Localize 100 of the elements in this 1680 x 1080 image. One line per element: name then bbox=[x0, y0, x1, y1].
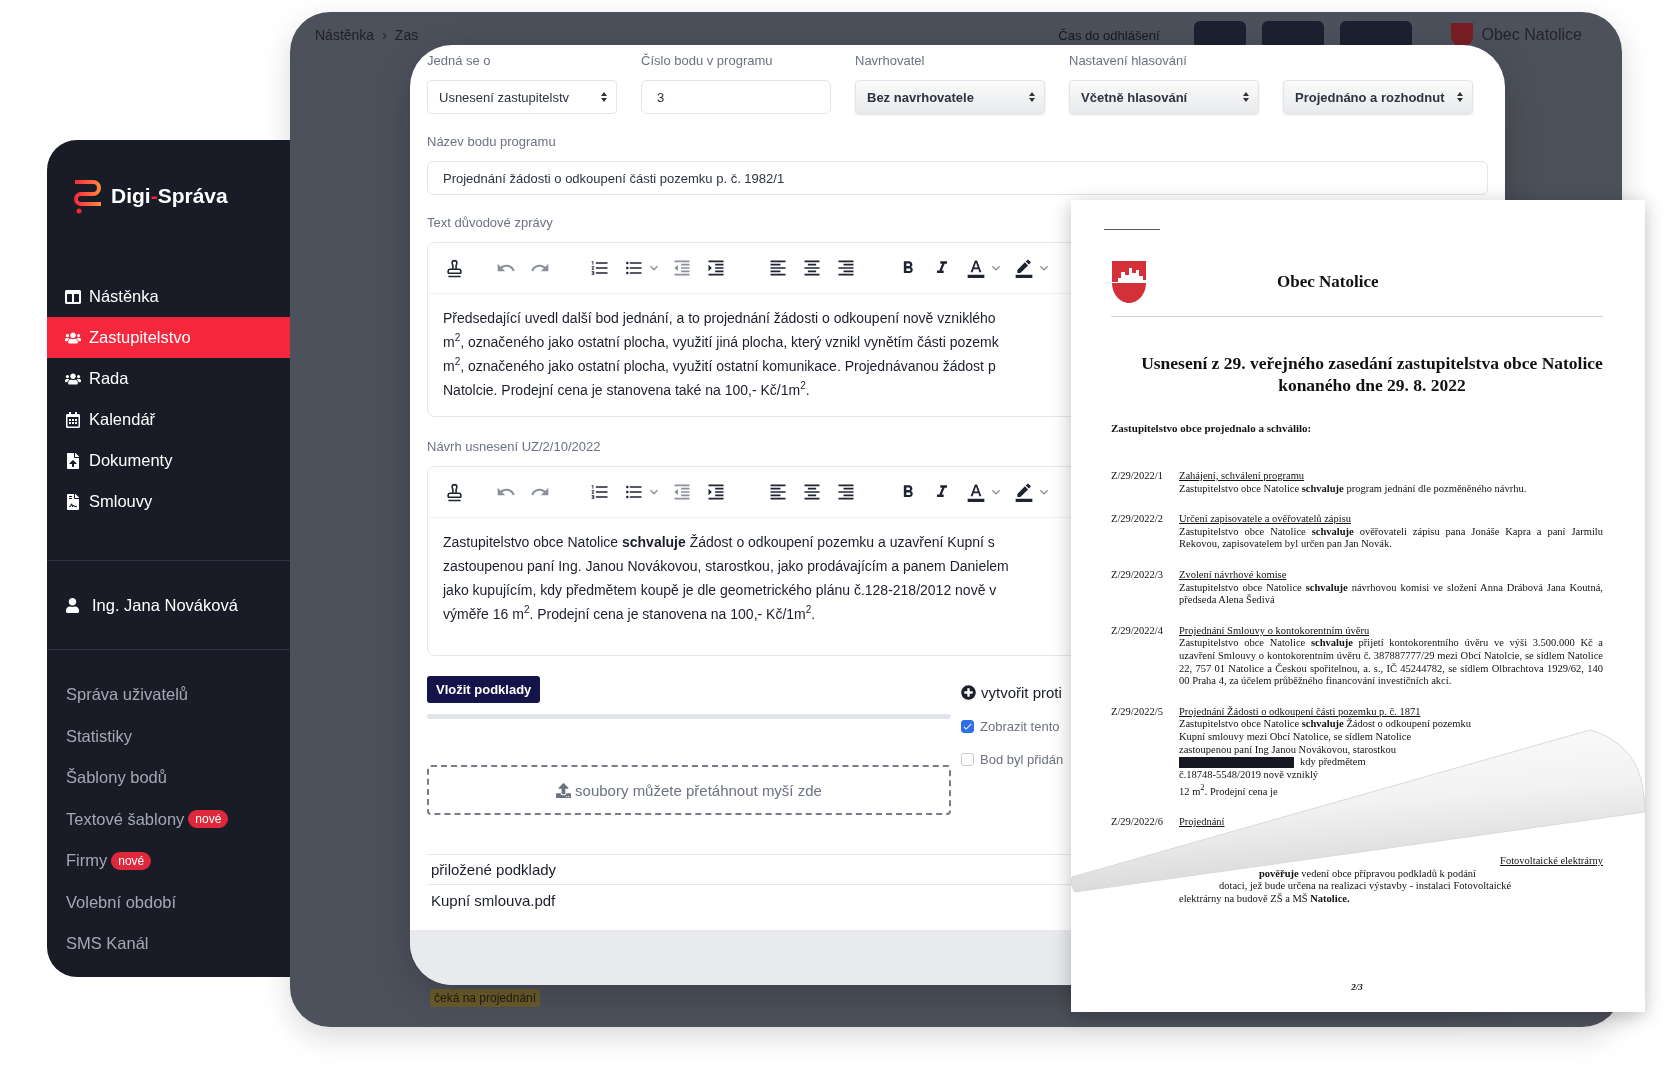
attachment-row[interactable]: Kupní smlouva.pdf bbox=[427, 885, 560, 916]
admin-menu-item[interactable]: Textové šablony nové bbox=[47, 798, 290, 840]
highlighter-icon[interactable] bbox=[1014, 482, 1034, 502]
new-badge: nové bbox=[188, 810, 229, 829]
admin-menu-item[interactable]: Volební období bbox=[47, 881, 290, 923]
menu-label: Šablony bodů bbox=[66, 768, 167, 788]
nav-item[interactable]: Smlouvy bbox=[47, 481, 290, 522]
indent-icon[interactable] bbox=[706, 482, 726, 502]
stamp-icon[interactable] bbox=[445, 258, 464, 278]
document-title: Usnesení z 29. veřejného zasedání zastupitelstva obce Natolice konaného dne 29. 8. 2022 bbox=[1141, 352, 1603, 396]
logo-text: Správa bbox=[157, 184, 228, 208]
editor-text-line: m$^{2}$, označeného jako ostatní plocha, využití ostatní komunikace. Projednávanou žádost p bbox=[443, 355, 996, 376]
resolution-text-line: Kupní smlouvy mezi Obcí Natolice, se sídlem Natolice bbox=[1179, 730, 1412, 744]
align-center-icon[interactable] bbox=[802, 482, 822, 502]
file-drop-zone[interactable]: soubory můžete přetáhnout myší zde bbox=[427, 765, 951, 815]
editor-text-line: jako kupujícím, kdy předmětem koupě je dle geometrického plánu č.128-218/2012 nově v bbox=[443, 581, 997, 600]
resolution-title: Projednání Žádosti o odkoupení části pozemku p. č. 1871 bbox=[1179, 705, 1421, 718]
select-field[interactable]: Bez navrhovatele bbox=[855, 80, 1045, 114]
resolution-number: Z/29/2022/2 bbox=[1111, 513, 1164, 526]
checkbox-label: Zobrazit tento bbox=[980, 719, 1060, 734]
logo-hyphen: - bbox=[150, 184, 158, 208]
admin-menu-item[interactable]: Správa uživatelů bbox=[47, 674, 290, 716]
resolution-number: Z/29/2022/3 bbox=[1111, 568, 1164, 582]
menu-label: Volební období bbox=[66, 892, 177, 912]
menu-label: Firmy bbox=[66, 851, 108, 871]
nav-label: Smlouvy bbox=[89, 492, 153, 511]
document-heading: Obec Natolice bbox=[1277, 272, 1379, 292]
nav-item[interactable]: Nástěnka bbox=[47, 276, 290, 317]
outdent-icon[interactable] bbox=[672, 482, 692, 502]
checkbox[interactable] bbox=[961, 753, 974, 766]
select-field[interactable]: Projednáno a rozhodnut bbox=[1283, 80, 1473, 114]
select-arrows-icon bbox=[600, 91, 608, 103]
menu-label: Správa uživatelů bbox=[66, 685, 188, 705]
select-field[interactable]: Usnesení zastupitelstv bbox=[427, 80, 617, 114]
plus-icon bbox=[961, 685, 976, 700]
admin-menu-item[interactable]: Šablony bodů bbox=[47, 757, 290, 799]
admin-menu-item[interactable]: Statistiky bbox=[47, 715, 290, 757]
nav-label: Kalendář bbox=[89, 410, 156, 429]
align-left-icon[interactable] bbox=[768, 258, 788, 278]
numbered-list-icon[interactable] bbox=[590, 482, 610, 502]
text-color-icon[interactable] bbox=[966, 482, 986, 502]
resolution-text-line: dotaci, jež bude určena na realizaci výstavby - instalaci Fotovoltaické bbox=[1219, 880, 1512, 893]
resolution-title: Projednání Smlouvy o kontokorentním úvěru bbox=[1179, 624, 1370, 638]
user-name[interactable]: Ing. Jana Nováková bbox=[92, 595, 238, 615]
resolution-title: Určení zapisovatele a ověřovatelů zápisu bbox=[1179, 513, 1351, 526]
editor-text-line: m$^{2}$, označeného jako ostatní plocha, využití jiná plocha, který vznikl vynětím části pozemk bbox=[443, 331, 999, 352]
logo-text: Digi bbox=[111, 184, 151, 208]
nav-label: Zastupitelstvo bbox=[89, 328, 191, 347]
editor-text-line: Natolcie. Prodejní cena je stanovena také na 100,- Kč/1m$^{2}$. bbox=[443, 379, 810, 400]
highlighter-icon[interactable] bbox=[1014, 258, 1034, 278]
new-badge: nové bbox=[111, 851, 152, 870]
checkbox[interactable] bbox=[961, 720, 974, 733]
nav-item[interactable]: Dokumenty bbox=[47, 440, 290, 481]
align-left-icon[interactable] bbox=[768, 482, 788, 502]
page-number: 2/3 bbox=[1351, 982, 1363, 992]
upload-icon bbox=[556, 782, 572, 798]
file-contract-icon bbox=[65, 493, 81, 510]
input-field[interactable]: Projednání žádosti o odkoupení části pozemku p. č. 1982/1 bbox=[427, 161, 1488, 195]
outdent-icon[interactable] bbox=[672, 258, 692, 278]
field-label: Nastavení hlasování bbox=[1069, 53, 1187, 70]
admin-menu-item[interactable]: SMS Kanál bbox=[47, 923, 290, 965]
stamp-icon[interactable] bbox=[445, 482, 464, 502]
select-field[interactable]: Včetně hlasování bbox=[1069, 80, 1259, 114]
resolution-text: Zastupitelstvo obce Natolice schvaluje program jednání dle pozměněného návrhu. bbox=[1179, 482, 1527, 496]
crest-icon bbox=[1449, 22, 1474, 48]
align-right-icon[interactable] bbox=[836, 258, 856, 278]
input-field[interactable]: 3 bbox=[641, 80, 831, 114]
align-right-icon[interactable] bbox=[836, 482, 856, 502]
drop-zone-text: soubory můžete přetáhnout myší zde bbox=[575, 781, 822, 799]
nav-item[interactable]: Zastupitelstvo bbox=[47, 317, 290, 358]
select-arrows-icon bbox=[1028, 91, 1036, 103]
nav-item[interactable]: Kalendář bbox=[47, 399, 290, 440]
checkbox-label: Bod byl přidán bbox=[980, 752, 1064, 767]
field-label: Číslo bodu v programu bbox=[641, 53, 773, 70]
status-badge: čeká na projednání bbox=[430, 989, 541, 1007]
align-center-icon[interactable] bbox=[802, 258, 822, 278]
numbered-list-icon[interactable] bbox=[590, 258, 610, 278]
resolution-title: Zahájení, schválení programu bbox=[1179, 470, 1305, 483]
resolution-text-line: 12 m$^{2}$. Prodejní cena je bbox=[1179, 781, 1278, 799]
nav-item[interactable]: Rada bbox=[47, 358, 290, 399]
resolution-text-line: Zastupitelstvo obce Natolice schvaluje Žádost o odkoupení pozemku bbox=[1179, 718, 1471, 731]
nav-label: Rada bbox=[89, 369, 129, 388]
resolution-title: Fotovoltaické elektrárny bbox=[1500, 854, 1603, 868]
field-label: Navrhovatel bbox=[855, 53, 925, 70]
text-color-icon[interactable] bbox=[966, 258, 986, 278]
indent-icon[interactable] bbox=[706, 258, 726, 278]
menu-label: SMS Kanál bbox=[66, 934, 149, 954]
field-label: Text důvodové zprávy bbox=[427, 215, 553, 232]
resolution-number: Z/29/2022/5 bbox=[1111, 705, 1164, 719]
admin-menu-item[interactable]: Firmy nové bbox=[47, 840, 290, 882]
field-label: Jedná se o bbox=[427, 53, 491, 70]
table-header: přiložené podklady bbox=[427, 855, 1071, 885]
create-link[interactable]: vytvořit proti bbox=[961, 684, 1062, 701]
resolution-title: Zvolení návrhové komise bbox=[1179, 568, 1287, 582]
resolution-title: Projednání bbox=[1179, 816, 1225, 829]
document-intro: Zastupitelstvo obce projednalo a schválilo: bbox=[1111, 422, 1312, 434]
resolution-text: Zastupitelstvo obce Natolice schvaluje přijetí kontokorentního úvěru ve výši 3.500.000 Kč a uzavření Smlouvy o kontokorentním úvěru č. 387887777/29 mezi Obcí Natolcie, se sídlem Natolice 22, 757 01 Natolice a Českou spořitelnou, a. s., IČ 45244782, se sídlem Olbrachtova 1929/62, 140 00 Praha 4, za účelem průběžného financování investičních akcí. bbox=[1179, 637, 1603, 688]
upload-button[interactable]: Vložit podklady bbox=[427, 676, 541, 703]
calendar-icon bbox=[65, 411, 81, 428]
select-arrows-icon bbox=[1242, 91, 1250, 103]
